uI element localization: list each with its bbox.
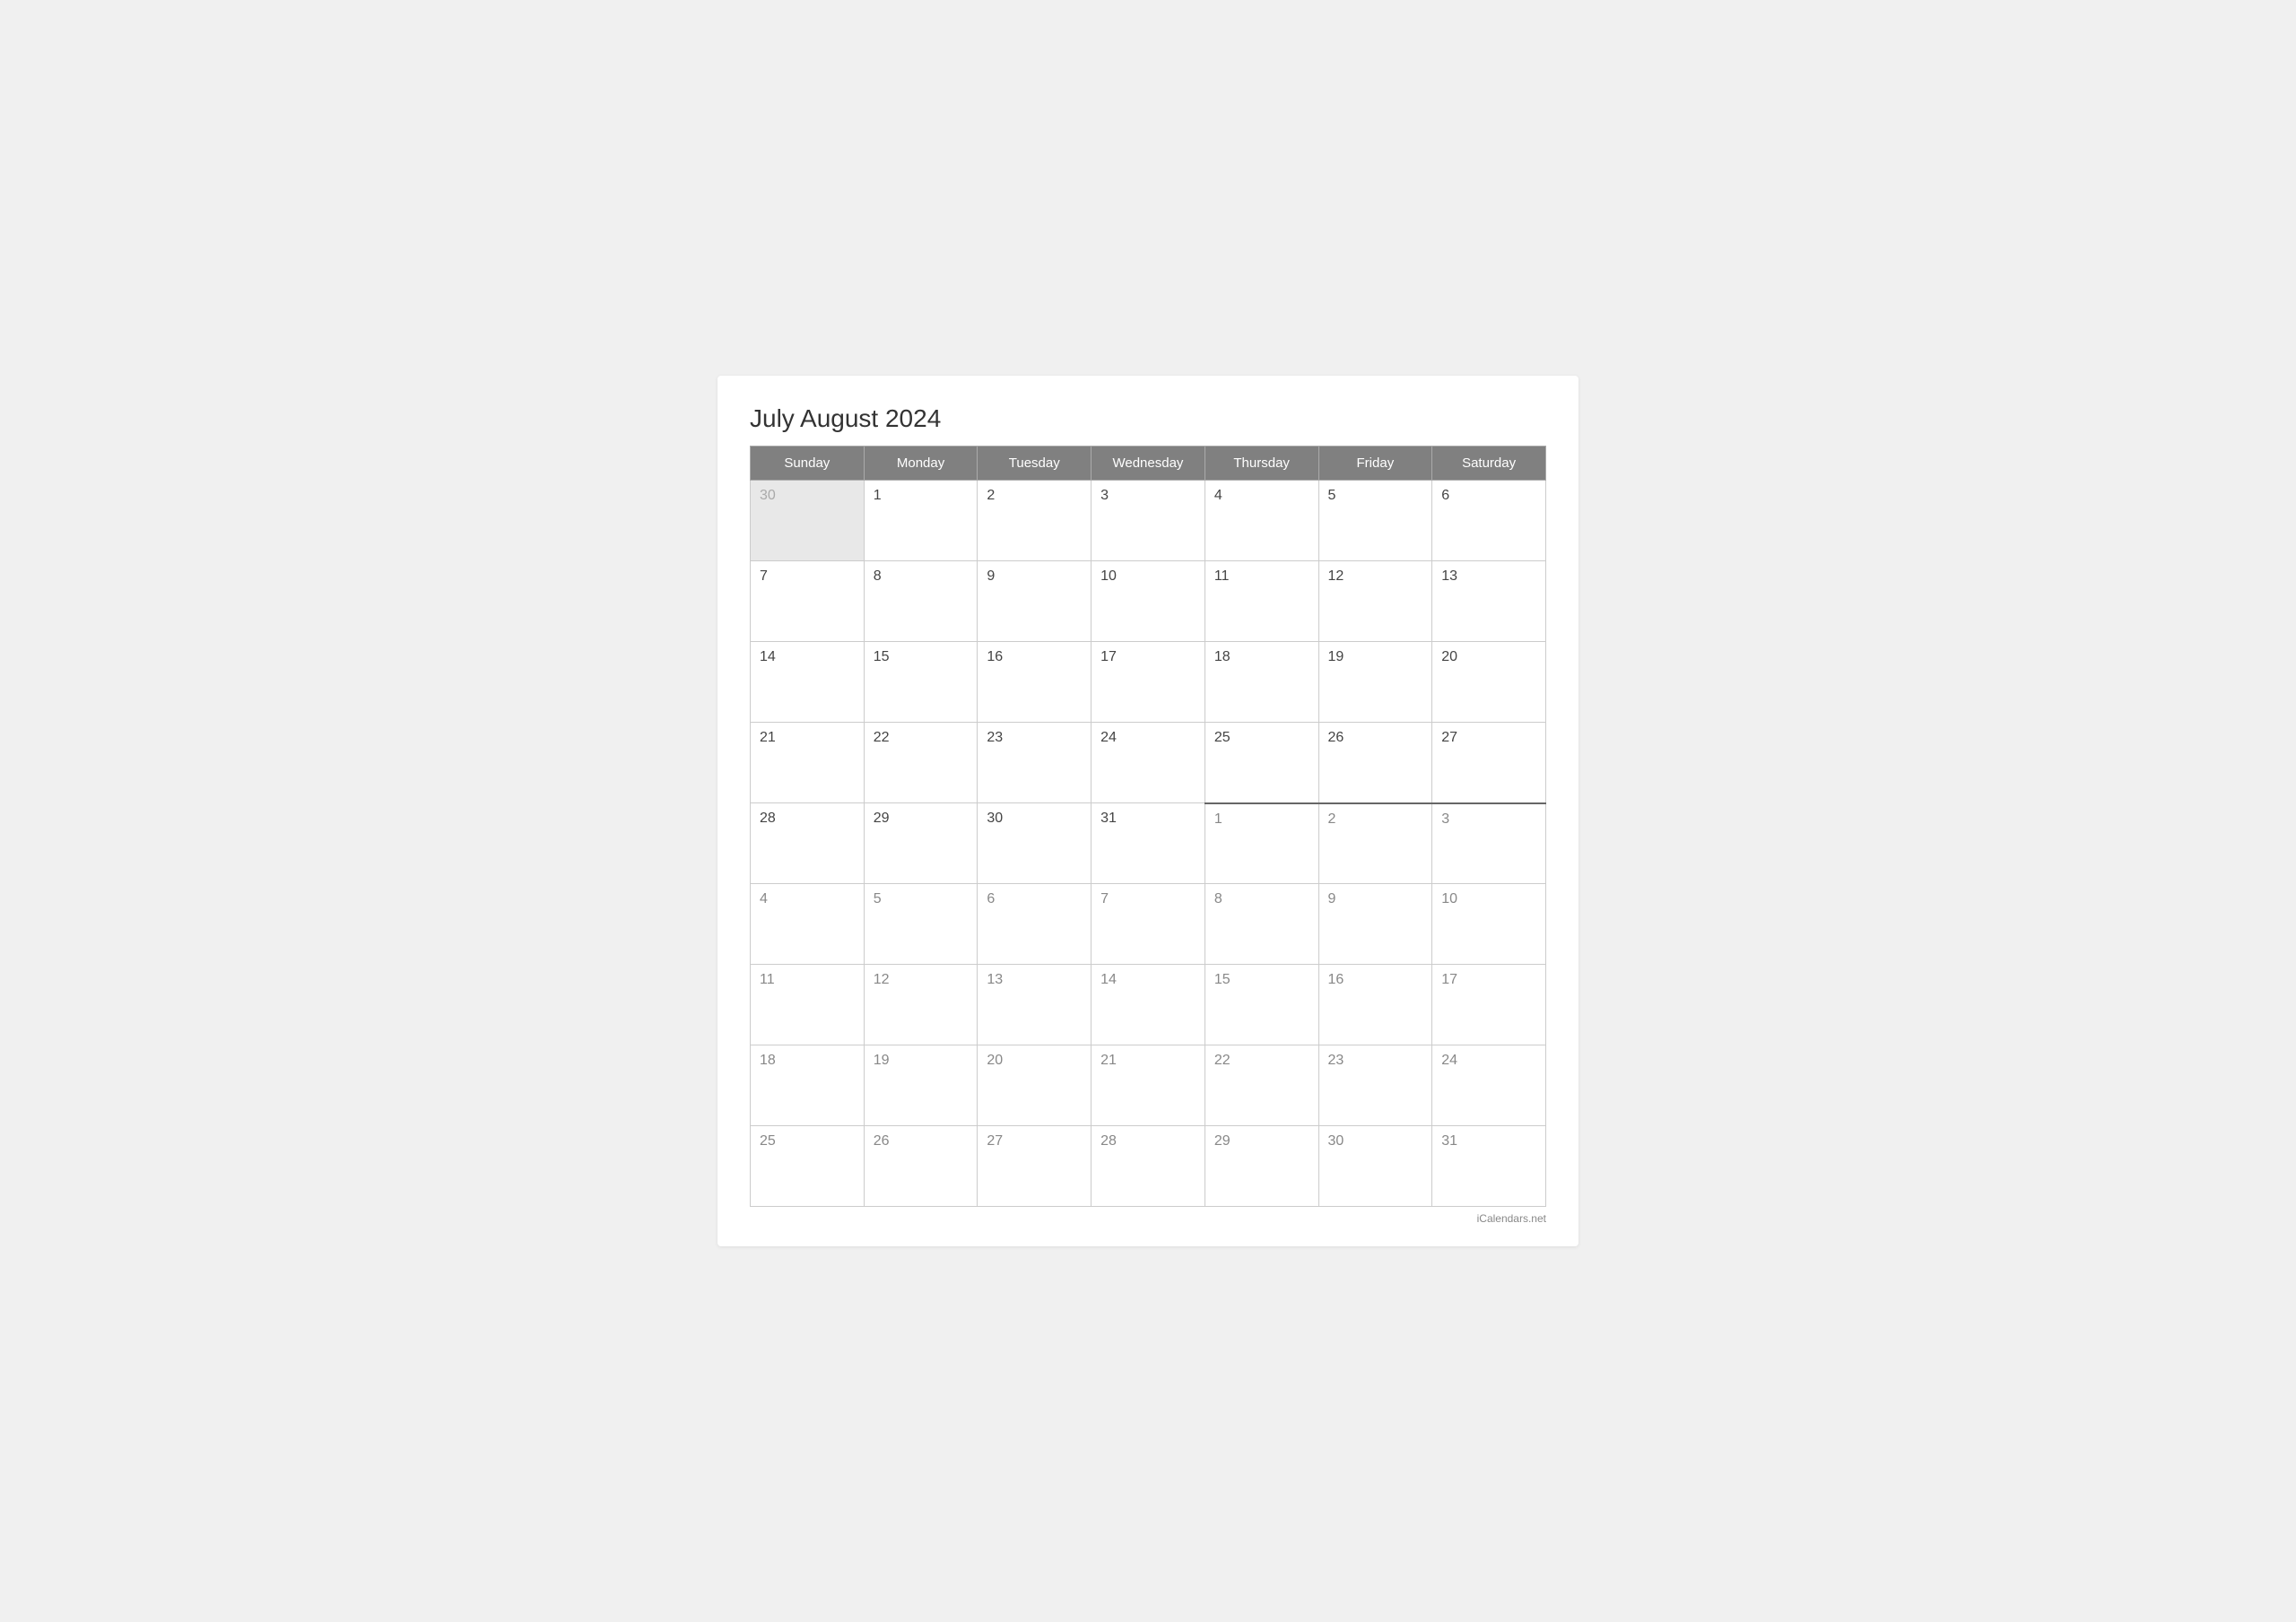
calendar-day-cell[interactable]: 24 bbox=[1432, 1045, 1546, 1126]
calendar-day-cell[interactable]: 28 bbox=[751, 803, 865, 884]
calendar-day-cell[interactable]: 1 bbox=[864, 481, 978, 561]
calendar-day-cell[interactable]: 31 bbox=[1432, 1126, 1546, 1207]
header-cell-friday: Friday bbox=[1318, 447, 1432, 481]
calendar-day-cell[interactable]: 19 bbox=[1318, 642, 1432, 723]
calendar-day-cell[interactable]: 14 bbox=[1091, 965, 1205, 1045]
calendar-table: SundayMondayTuesdayWednesdayThursdayFrid… bbox=[750, 446, 1546, 1207]
header-row: SundayMondayTuesdayWednesdayThursdayFrid… bbox=[751, 447, 1546, 481]
header-cell-sunday: Sunday bbox=[751, 447, 865, 481]
calendar-day-cell[interactable]: 21 bbox=[751, 723, 865, 803]
calendar-day-cell[interactable]: 23 bbox=[978, 723, 1091, 803]
calendar-day-cell[interactable]: 9 bbox=[978, 561, 1091, 642]
calendar-week-row: 78910111213 bbox=[751, 561, 1546, 642]
calendar-day-cell[interactable]: 20 bbox=[1432, 642, 1546, 723]
calendar-day-cell[interactable]: 5 bbox=[1318, 481, 1432, 561]
calendar-day-cell[interactable]: 3 bbox=[1432, 803, 1546, 884]
calendar-day-cell[interactable]: 5 bbox=[864, 884, 978, 965]
header-cell-monday: Monday bbox=[864, 447, 978, 481]
calendar-day-cell[interactable]: 30 bbox=[751, 481, 865, 561]
calendar-day-cell[interactable]: 10 bbox=[1091, 561, 1205, 642]
calendar-day-cell[interactable]: 26 bbox=[1318, 723, 1432, 803]
calendar-day-cell[interactable]: 21 bbox=[1091, 1045, 1205, 1126]
calendar-day-cell[interactable]: 29 bbox=[1205, 1126, 1318, 1207]
calendar-day-cell[interactable]: 4 bbox=[1205, 481, 1318, 561]
calendar-day-cell[interactable]: 8 bbox=[864, 561, 978, 642]
calendar-day-cell[interactable]: 16 bbox=[1318, 965, 1432, 1045]
calendar-day-cell[interactable]: 18 bbox=[751, 1045, 865, 1126]
calendar-day-cell[interactable]: 11 bbox=[1205, 561, 1318, 642]
calendar-header: SundayMondayTuesdayWednesdayThursdayFrid… bbox=[751, 447, 1546, 481]
calendar-day-cell[interactable]: 25 bbox=[1205, 723, 1318, 803]
calendar-day-cell[interactable]: 7 bbox=[751, 561, 865, 642]
calendar-day-cell[interactable]: 19 bbox=[864, 1045, 978, 1126]
calendar-day-cell[interactable]: 12 bbox=[1318, 561, 1432, 642]
header-cell-saturday: Saturday bbox=[1432, 447, 1546, 481]
calendar-day-cell[interactable]: 4 bbox=[751, 884, 865, 965]
calendar-day-cell[interactable]: 17 bbox=[1091, 642, 1205, 723]
calendar-day-cell[interactable]: 13 bbox=[978, 965, 1091, 1045]
calendar-day-cell[interactable]: 16 bbox=[978, 642, 1091, 723]
calendar-day-cell[interactable]: 26 bbox=[864, 1126, 978, 1207]
calendar-week-row: 25262728293031 bbox=[751, 1126, 1546, 1207]
calendar-day-cell[interactable]: 6 bbox=[978, 884, 1091, 965]
calendar-day-cell[interactable]: 12 bbox=[864, 965, 978, 1045]
calendar-day-cell[interactable]: 2 bbox=[1318, 803, 1432, 884]
calendar-week-row: 28293031123 bbox=[751, 803, 1546, 884]
calendar-day-cell[interactable]: 15 bbox=[864, 642, 978, 723]
header-cell-tuesday: Tuesday bbox=[978, 447, 1091, 481]
calendar-week-row: 45678910 bbox=[751, 884, 1546, 965]
calendar-day-cell[interactable]: 27 bbox=[978, 1126, 1091, 1207]
calendar-week-row: 11121314151617 bbox=[751, 965, 1546, 1045]
calendar-title: July August 2024 bbox=[750, 404, 1546, 433]
calendar-day-cell[interactable]: 17 bbox=[1432, 965, 1546, 1045]
calendar-day-cell[interactable]: 25 bbox=[751, 1126, 865, 1207]
calendar-day-cell[interactable]: 2 bbox=[978, 481, 1091, 561]
header-cell-wednesday: Wednesday bbox=[1091, 447, 1205, 481]
calendar-day-cell[interactable]: 18 bbox=[1205, 642, 1318, 723]
calendar-day-cell[interactable]: 30 bbox=[978, 803, 1091, 884]
calendar-week-row: 18192021222324 bbox=[751, 1045, 1546, 1126]
calendar-day-cell[interactable]: 24 bbox=[1091, 723, 1205, 803]
calendar-day-cell[interactable]: 14 bbox=[751, 642, 865, 723]
calendar-week-row: 21222324252627 bbox=[751, 723, 1546, 803]
header-cell-thursday: Thursday bbox=[1205, 447, 1318, 481]
calendar-day-cell[interactable]: 8 bbox=[1205, 884, 1318, 965]
calendar-day-cell[interactable]: 3 bbox=[1091, 481, 1205, 561]
calendar-day-cell[interactable]: 15 bbox=[1205, 965, 1318, 1045]
calendar-footer: iCalendars.net bbox=[750, 1212, 1546, 1225]
calendar-day-cell[interactable]: 13 bbox=[1432, 561, 1546, 642]
calendar-day-cell[interactable]: 29 bbox=[864, 803, 978, 884]
calendar-day-cell[interactable]: 6 bbox=[1432, 481, 1546, 561]
calendar-day-cell[interactable]: 27 bbox=[1432, 723, 1546, 803]
calendar-day-cell[interactable]: 22 bbox=[1205, 1045, 1318, 1126]
calendar-day-cell[interactable]: 20 bbox=[978, 1045, 1091, 1126]
calendar-day-cell[interactable]: 23 bbox=[1318, 1045, 1432, 1126]
calendar-day-cell[interactable]: 10 bbox=[1432, 884, 1546, 965]
calendar-day-cell[interactable]: 9 bbox=[1318, 884, 1432, 965]
calendar-day-cell[interactable]: 11 bbox=[751, 965, 865, 1045]
calendar-day-cell[interactable]: 22 bbox=[864, 723, 978, 803]
calendar-day-cell[interactable]: 30 bbox=[1318, 1126, 1432, 1207]
calendar-week-row: 14151617181920 bbox=[751, 642, 1546, 723]
calendar-day-cell[interactable]: 28 bbox=[1091, 1126, 1205, 1207]
calendar-week-row: 30123456 bbox=[751, 481, 1546, 561]
calendar-day-cell[interactable]: 31 bbox=[1091, 803, 1205, 884]
calendar-day-cell[interactable]: 7 bbox=[1091, 884, 1205, 965]
calendar-body: 3012345678910111213141516171819202122232… bbox=[751, 481, 1546, 1207]
calendar-container: July August 2024 SundayMondayTuesdayWedn… bbox=[718, 376, 1578, 1246]
calendar-day-cell[interactable]: 1 bbox=[1205, 803, 1318, 884]
